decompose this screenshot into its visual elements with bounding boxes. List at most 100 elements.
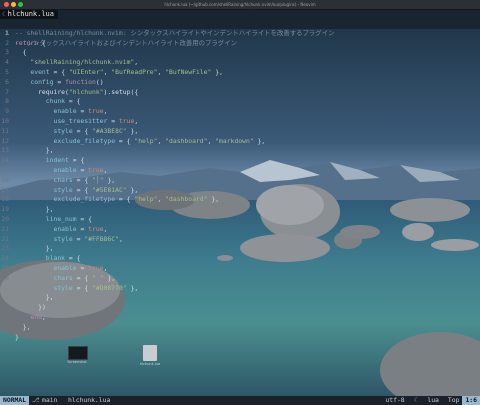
code-line[interactable]: 3 { — [0, 48, 480, 58]
line-code: enable = true, — [53, 263, 108, 272]
line-code: }, — [45, 244, 54, 253]
code-line[interactable]: 26 chars = { " " }, — [0, 274, 480, 284]
cursor-position: 1:6 — [462, 396, 480, 405]
code-line[interactable]: 14 indent = { — [0, 156, 480, 166]
line-code: enable = true, — [53, 107, 108, 116]
desktop-document-icon[interactable] — [143, 345, 157, 361]
statusline: NORMAL ⎇ main hlchunk.lua utf-8 ☾ lua To… — [0, 396, 480, 405]
code-line[interactable]: }, — [0, 323, 480, 333]
line-code: use_treesitter = true, — [53, 116, 139, 125]
relative-line-number: 17 — [1, 185, 9, 194]
code-line[interactable]: 23 }, — [0, 244, 480, 254]
relative-line-number: 23 — [1, 244, 9, 253]
relative-line-number: 22 — [1, 234, 9, 243]
code-line[interactable]: } — [0, 333, 480, 343]
line-code: enable = true, — [53, 165, 108, 174]
code-line[interactable]: 16 chars = { "│" }, — [0, 176, 480, 186]
line-code: { — [22, 48, 27, 57]
close-window-button[interactable] — [4, 2, 9, 7]
relative-line-number: 2 — [5, 38, 9, 47]
code-line[interactable]: }, — [0, 293, 480, 303]
mode-indicator: NORMAL — [0, 396, 30, 405]
window-titlebar[interactable]: hlchunk.lua (~/github.com/shellRaining/h… — [0, 0, 480, 10]
relative-line-number: 21 — [1, 224, 9, 233]
desktop-file-icon[interactable] — [68, 346, 88, 360]
editor-buffer[interactable]: 1 -- シンタックスハイライトおよびインデントハイライト改善用のプラグイン 1… — [0, 19, 480, 342]
line-code: }, — [45, 205, 54, 214]
relative-line-number: 20 — [1, 214, 9, 223]
buffer-tab[interactable]: ☾ hlchunk.lua — [0, 10, 58, 19]
line-code: config = function() — [30, 77, 104, 86]
line-code: }, — [45, 146, 54, 155]
code-line[interactable]: 11 style = { "#A3BE8C" }, — [0, 127, 480, 137]
relative-line-number: 12 — [1, 136, 9, 145]
code-line[interactable]: 8 chunk = { — [0, 97, 480, 107]
code-line[interactable]: 17 style = { "#5E81AC" }, — [0, 186, 480, 196]
line-code: blank = { — [45, 254, 81, 263]
code-line[interactable]: 10 use_treesitter = true, — [0, 117, 480, 127]
line-code: require("hlchunk").setup({ — [15, 87, 139, 96]
relative-line-number: 15 — [1, 165, 9, 174]
code-line[interactable]: 24 blank = { — [0, 254, 480, 264]
code-line[interactable]: 4 "shellRaining/hlchunk.nvim", — [0, 58, 480, 68]
code-line[interactable]: 5 event = { "UIEnter", "BufReadPre", "Bu… — [0, 68, 480, 78]
code-line[interactable]: 7 require("hlchunk").setup({ — [0, 88, 480, 98]
code-line[interactable]: 15 enable = true, — [0, 166, 480, 176]
relative-line-number: 7 — [5, 87, 9, 96]
line-code: style = { "#5E81AC" }, — [53, 185, 139, 194]
code-line[interactable]: 20 line_num = { — [0, 215, 480, 225]
relative-line-number: 6 — [5, 77, 9, 86]
code-line[interactable]: 6 config = function() — [0, 78, 480, 88]
code-line[interactable]: 9 enable = true, — [0, 107, 480, 117]
code-line[interactable]: 25 enable = true, — [0, 264, 480, 274]
line-code: }, — [45, 293, 54, 302]
line-code: enable = true, — [53, 224, 108, 233]
line-code: chars = { "│" }, — [53, 175, 116, 184]
code-line[interactable]: 2 return { — [0, 39, 480, 49]
statusline-filename: hlchunk.lua — [68, 396, 111, 404]
relative-line-number: 4 — [5, 58, 9, 67]
relative-line-number: 11 — [1, 126, 9, 135]
filetype-label: lua — [427, 396, 439, 404]
line-code: end, — [30, 312, 46, 321]
code-line[interactable]: style = { "#D08770" }, — [0, 284, 480, 294]
line-code: style = "#FFB86C", — [53, 234, 123, 243]
line-code: event = { "UIEnter", "BufReadPre", "BufN… — [30, 67, 223, 76]
relative-line-number: 9 — [5, 107, 9, 116]
code-line[interactable]: 12 exclude_filetype = { "help", "dashboa… — [0, 137, 480, 147]
line-code: style = { "#A3BE8C" }, — [53, 126, 139, 135]
desktop-file-label: Screenshot — [67, 360, 87, 364]
relative-line-number: 3 — [5, 48, 9, 57]
relative-line-number: 10 — [1, 116, 9, 125]
line-code: } — [15, 332, 19, 341]
scroll-percent: Top — [447, 396, 460, 404]
line-code: }, — [22, 322, 31, 331]
code-line[interactable]: 18 exclude_filetype = { "help", "dashboa… — [0, 195, 480, 205]
branch-icon: ⎇ — [32, 396, 40, 404]
minimize-window-button[interactable] — [11, 2, 16, 7]
file-encoding: utf-8 — [385, 396, 405, 404]
filetype: ☾ lua — [408, 396, 445, 405]
line-code: exclude_filetype = { "help", "dashboard"… — [53, 136, 266, 145]
line-code: chars = { " " }, — [53, 273, 116, 282]
lua-filetype-icon: ☾ — [413, 396, 422, 404]
lua-file-icon: ☾ — [2, 11, 6, 18]
relative-line-number: 14 — [1, 156, 9, 165]
buffer-tab-label: hlchunk.lua — [7, 10, 54, 18]
code-line[interactable]: end, — [0, 313, 480, 323]
desktop-document-label: hlchunk.lua — [139, 362, 161, 366]
relative-line-number: 8 — [5, 97, 9, 106]
relative-line-number: 13 — [1, 146, 9, 155]
code-line[interactable]: 22 style = "#FFB86C", — [0, 235, 480, 245]
current-line[interactable]: 1 -- シンタックスハイライトおよびインデントハイライト改善用のプラグイン — [0, 19, 480, 47]
code-line[interactable]: }) — [0, 303, 480, 313]
code-line[interactable]: 13 }, — [0, 146, 480, 156]
code-line[interactable]: 1 -- shellRaining/hlchunk.nvim: シンタックスハイラ… — [0, 29, 480, 39]
code-line[interactable]: 21 enable = true, — [0, 225, 480, 235]
relative-line-number: 26 — [1, 273, 9, 282]
tabline: ☾ hlchunk.lua — [0, 10, 480, 19]
relative-line-number: 1 — [5, 28, 9, 37]
code-line[interactable]: 19 }, — [0, 205, 480, 215]
maximize-window-button[interactable] — [18, 2, 23, 7]
relative-line-number: 25 — [1, 263, 9, 272]
